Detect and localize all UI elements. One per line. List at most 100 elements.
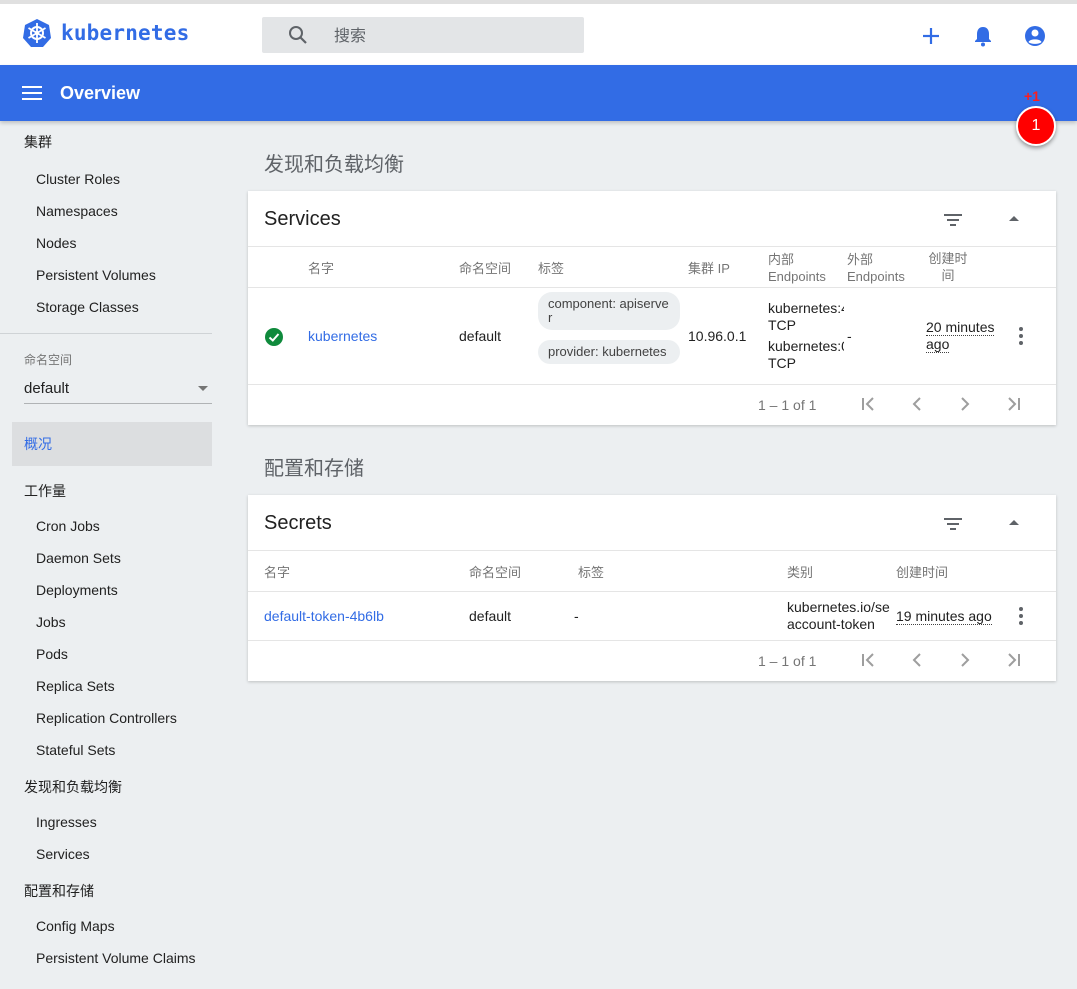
sidebar-item-overview[interactable]: 概况: [12, 422, 212, 466]
service-created-time: 20 minutes ago: [926, 319, 995, 353]
column-header-created[interactable]: 创建时间: [896, 564, 948, 581]
kubernetes-logo[interactable]: kubernetes: [22, 18, 189, 48]
service-cluster-ip: 10.96.0.1: [688, 328, 747, 344]
sidebar-item-replication-controllers[interactable]: Replication Controllers: [0, 702, 224, 734]
collapse-arrow-icon[interactable]: [1004, 513, 1024, 533]
secret-type-line: kubernetes.io/se: [787, 599, 890, 615]
column-header-namespace[interactable]: 命名空间: [459, 260, 511, 277]
sidebar-item-services[interactable]: Services: [0, 838, 224, 870]
column-header-internal-endpoints: 内部 Endpoints: [768, 251, 826, 285]
next-page-icon[interactable]: [954, 393, 976, 415]
sidebar-item-cron-jobs[interactable]: Cron Jobs: [0, 510, 224, 542]
check-circle-icon: [265, 328, 283, 346]
column-header-created[interactable]: 创建时 间: [927, 250, 969, 284]
column-header-labels: 标签: [538, 261, 565, 276]
sidebar-item-config-maps[interactable]: Config Maps: [0, 910, 224, 942]
sidebar-item-persistent-volume-claims[interactable]: Persistent Volume Claims: [0, 942, 224, 974]
sidebar-group-discovery[interactable]: 发现和负载均衡: [0, 766, 224, 802]
service-created-wrap: 20 minutes ago: [926, 319, 1000, 353]
search-icon: [289, 26, 307, 44]
search-bar[interactable]: [262, 17, 584, 53]
column-header-namespace[interactable]: 命名空间: [469, 564, 521, 581]
collapse-arrow-icon[interactable]: [1004, 209, 1024, 229]
previous-page-icon[interactable]: [906, 393, 928, 415]
first-page-icon[interactable]: [858, 393, 880, 415]
column-header-labels: 标签: [578, 565, 605, 580]
secret-type-line: account-token: [787, 616, 875, 632]
previous-page-icon[interactable]: [906, 649, 928, 671]
secret-labels: -: [574, 608, 579, 624]
header-text: 内部: [768, 252, 795, 267]
first-page-icon[interactable]: [858, 649, 880, 671]
sidebar-group-config[interactable]: 配置和存储: [0, 870, 224, 906]
sidebar-item-namespaces[interactable]: Namespaces: [0, 195, 224, 227]
service-namespace: default: [459, 328, 502, 344]
sidebar-item-jobs[interactable]: Jobs: [0, 606, 224, 638]
sidebar-item-nodes[interactable]: Nodes: [0, 227, 224, 259]
service-name-link[interactable]: kubernetes: [308, 328, 377, 345]
kubernetes-helm-icon: [23, 19, 51, 47]
endpoint-text: kubernetes:0: [768, 338, 844, 354]
filter-icon[interactable]: [942, 513, 964, 535]
more-vert-icon[interactable]: [1018, 326, 1024, 346]
row-divider: [248, 287, 1056, 288]
account-icon[interactable]: [1023, 24, 1047, 48]
sidebar-item-daemon-sets[interactable]: Daemon Sets: [0, 542, 224, 574]
secrets-card: Secrets 名字 命名空间 标签 类别 创建时间 default-token…: [248, 495, 1056, 681]
header-text: 创建时: [928, 251, 968, 266]
sidebar-group-workloads[interactable]: 工作量: [0, 470, 224, 506]
more-vert-icon[interactable]: [1018, 606, 1024, 626]
namespace-label: 命名空间: [24, 353, 73, 367]
secret-namespace: default: [469, 608, 512, 624]
bell-icon[interactable]: [971, 24, 995, 48]
services-card: Services 名字 命名空间 标签 集群 IP 内部 Endpoints 外…: [248, 191, 1056, 425]
column-header-name[interactable]: 名字: [308, 260, 334, 277]
notification-badge[interactable]: 1: [1016, 106, 1056, 146]
last-page-icon[interactable]: [1002, 393, 1024, 415]
sidebar-divider: [0, 333, 212, 334]
secret-name-link[interactable]: default-token-4b6lb: [264, 608, 384, 625]
secrets-card-header: Secrets: [248, 495, 1056, 551]
services-card-title: Services: [264, 208, 341, 230]
top-actions: [919, 24, 1047, 48]
internal-endpoint: kubernetes:4 TCP: [768, 300, 844, 334]
sidebar-item-cluster-roles[interactable]: Cluster Roles: [0, 163, 224, 195]
brand-name: kubernetes: [61, 21, 190, 45]
sidebar-item-deployments[interactable]: Deployments: [0, 574, 224, 606]
search-input[interactable]: [334, 25, 554, 45]
row-divider: [248, 591, 1056, 592]
column-header-cluster-ip: 集群 IP: [688, 261, 730, 276]
column-header-name[interactable]: 名字: [264, 564, 290, 581]
next-page-icon[interactable]: [954, 649, 976, 671]
sidebar-item-stateful-sets[interactable]: Stateful Sets: [0, 734, 224, 766]
sidebar-item-replica-sets[interactable]: Replica Sets: [0, 670, 224, 702]
services-card-header: Services: [248, 191, 1056, 247]
sidebar-group-cluster[interactable]: 集群: [0, 121, 224, 157]
notification-delta: +1: [1024, 88, 1040, 104]
sidebar-item-storage-classes[interactable]: Storage Classes: [0, 291, 224, 323]
namespace-select[interactable]: default: [24, 380, 212, 404]
sidebar-item-pods[interactable]: Pods: [0, 638, 224, 670]
pagination-range: 1 – 1 of 1: [758, 397, 817, 413]
sidebar-item-ingresses[interactable]: Ingresses: [0, 806, 224, 838]
secret-created-wrap: 19 minutes ago: [896, 608, 992, 625]
section-title-config: 配置和存储: [264, 458, 364, 480]
header-text: 间: [941, 268, 955, 283]
sidebar-item-persistent-volumes[interactable]: Persistent Volumes: [0, 259, 224, 291]
external-endpoint: -: [847, 328, 852, 344]
endpoint-text: kubernetes:4: [768, 300, 844, 316]
secret-type: kubernetes.io/se account-token: [787, 599, 893, 633]
page-title: Overview: [60, 82, 141, 103]
label-chip: provider: kubernetes: [538, 340, 680, 364]
endpoint-protocol: TCP: [768, 317, 796, 333]
top-bar: kubernetes: [0, 0, 1077, 65]
filter-icon[interactable]: [942, 209, 964, 231]
header-text: Endpoints: [768, 269, 826, 284]
title-bar: Overview: [0, 65, 1077, 121]
section-title-discovery: 发现和负载均衡: [264, 154, 404, 176]
menu-icon[interactable]: [22, 85, 42, 101]
add-icon[interactable]: [919, 24, 943, 48]
column-header-type: 类别: [787, 565, 814, 580]
row-divider: [248, 384, 1056, 385]
last-page-icon[interactable]: [1002, 649, 1024, 671]
